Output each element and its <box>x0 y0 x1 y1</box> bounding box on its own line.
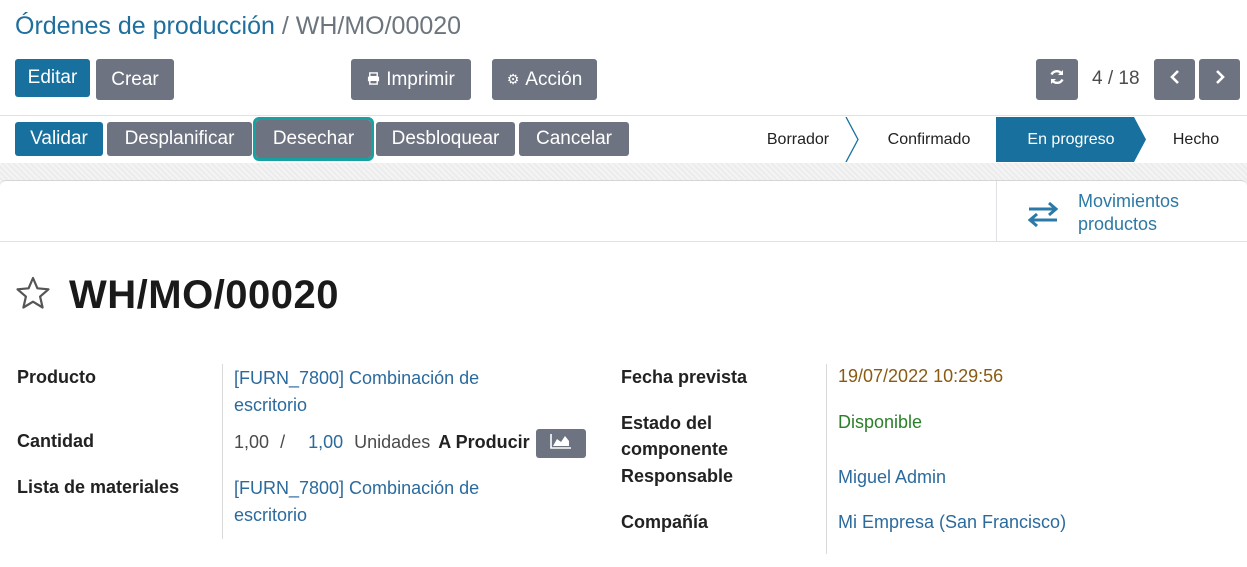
product-field-line2: escritorio <box>234 395 308 415</box>
status-bar: Borrador Confirmado En progreso Hecho <box>748 117 1247 162</box>
component-status-label: Estado del componente <box>621 410 728 462</box>
product-label: Producto <box>17 367 96 387</box>
cancel-button[interactable]: Cancelar <box>519 122 629 156</box>
breadcrumb-parent-link[interactable]: Órdenes de producción <box>15 12 275 40</box>
component-status-label-line1: Estado del <box>621 413 713 433</box>
left-group-divider <box>222 364 223 539</box>
bom-label: Lista de materiales <box>17 477 180 497</box>
product-moves-smart-button[interactable]: Movimientos productos <box>996 181 1247 242</box>
quantity-produced: 1,00 <box>234 432 270 452</box>
bom-field-line1: [FURN_7800] Combinación de <box>234 478 480 498</box>
chevron-right-icon <box>1214 69 1226 91</box>
title-row: WH/MO/00020 <box>15 273 339 318</box>
status-step-in-progress[interactable]: En progreso <box>996 117 1146 162</box>
breadcrumb-current: WH/MO/00020 <box>295 12 462 40</box>
print-button[interactable]: Imprimir <box>351 59 471 100</box>
pager-previous-button[interactable] <box>1154 59 1195 100</box>
unlock-button[interactable]: Desbloquear <box>376 122 515 156</box>
responsible-label: Responsable <box>621 466 734 486</box>
unplan-button[interactable]: Desplanificar <box>107 122 252 156</box>
company-value[interactable]: Mi Empresa (San Francisco) <box>838 509 1066 536</box>
quantity-target-input[interactable]: 1,00 <box>308 432 343 452</box>
right-group-divider <box>826 364 827 554</box>
smart-button-line2: productos <box>1078 214 1158 234</box>
smart-button-line1: Movimientos <box>1078 191 1180 211</box>
status-divider-icon <box>845 117 859 162</box>
printer-icon <box>367 69 380 91</box>
gear-icon: ⚙ <box>506 71 520 87</box>
create-button[interactable]: Crear <box>96 59 174 100</box>
responsible-value[interactable]: Miguel Admin <box>838 464 946 491</box>
validate-button[interactable]: Validar <box>15 122 103 156</box>
area-chart-icon <box>550 433 572 454</box>
breadcrumb: Órdenes de producción / WH/MO/00020 <box>15 12 461 41</box>
quantity-separator: / <box>280 432 286 452</box>
product-field-line1: [FURN_7800] Combinación de <box>234 368 480 388</box>
status-step-confirmed[interactable]: Confirmado <box>862 117 996 162</box>
status-step-draft[interactable]: Borrador <box>748 117 848 162</box>
scheduled-date-label: Fecha prevista <box>621 367 748 387</box>
status-step-done[interactable]: Hecho <box>1153 117 1239 162</box>
pager-value: 4 / 18 <box>1092 68 1140 89</box>
print-button-label: Imprimir <box>386 68 455 90</box>
quantity-label: Cantidad <box>17 431 95 451</box>
chevron-left-icon <box>1169 69 1181 91</box>
edit-button[interactable]: Editar <box>15 59 90 97</box>
toolbar-divider <box>0 115 1247 116</box>
quantity-field: 1,00 / 1,00 Unidades A Producir <box>234 429 530 456</box>
bom-field[interactable]: [FURN_7800] Combinación de escritorio <box>234 475 479 529</box>
to-produce-label: A Producir <box>438 432 530 452</box>
component-status-value: Disponible <box>838 412 923 432</box>
action-button-label: Acción <box>525 68 583 90</box>
reload-button[interactable] <box>1036 59 1078 100</box>
record-title: WH/MO/00020 <box>69 273 340 317</box>
transfer-arrows-icon <box>1027 201 1059 232</box>
component-status-label-line2: componente <box>621 439 729 459</box>
smart-button-label: Movimientos productos <box>1078 190 1179 236</box>
scheduled-date-value[interactable]: 19/07/2022 10:29:56 <box>838 363 1003 390</box>
scrap-button[interactable]: Desechar <box>253 117 374 161</box>
product-field[interactable]: [FURN_7800] Combinación de escritorio <box>234 365 479 419</box>
action-button[interactable]: ⚙ Acción <box>492 59 597 100</box>
button-box: Movimientos productos <box>0 181 1247 242</box>
bom-field-line2: escritorio <box>234 505 308 525</box>
refresh-icon <box>1048 68 1066 92</box>
breadcrumb-separator: / <box>274 12 296 40</box>
pager-next-button[interactable] <box>1199 59 1240 100</box>
uom-value: Unidades <box>354 432 431 452</box>
company-label: Compañía <box>621 512 709 532</box>
favorite-star-icon[interactable] <box>15 276 51 315</box>
forecast-chart-button[interactable] <box>536 429 586 458</box>
